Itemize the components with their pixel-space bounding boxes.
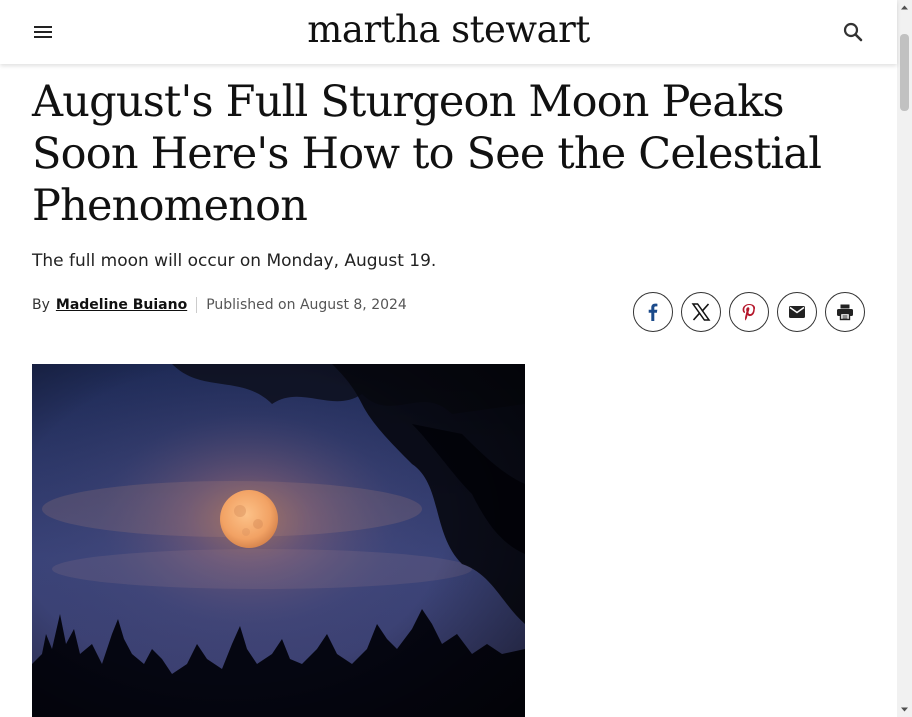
article-subtitle: The full moon will occur on Monday, Augu…: [32, 251, 437, 271]
hero-image: [32, 364, 525, 717]
site-header: martha stewart: [0, 0, 897, 64]
share-bar: [633, 292, 865, 332]
search-button[interactable]: [841, 20, 865, 44]
scrollbar-thumb[interactable]: [900, 34, 909, 111]
publish-date: Published on August 8, 2024: [206, 297, 407, 313]
scroll-up-arrow-icon[interactable]: [897, 0, 912, 15]
pinterest-icon: [742, 304, 756, 321]
x-icon: [691, 303, 711, 321]
share-print-button[interactable]: [825, 292, 865, 332]
print-icon: [837, 304, 853, 321]
scroll-down-arrow-icon[interactable]: [897, 702, 912, 717]
byline-divider: [196, 297, 198, 313]
share-facebook-button[interactable]: [633, 292, 673, 332]
share-pinterest-button[interactable]: [729, 292, 769, 332]
search-icon: [843, 22, 863, 42]
share-email-button[interactable]: [777, 292, 817, 332]
email-icon: [789, 306, 805, 318]
facebook-icon: [648, 303, 658, 321]
page-scrollbar[interactable]: [897, 0, 912, 717]
site-logo[interactable]: martha stewart: [0, 8, 897, 52]
article-title: August's Full Sturgeon Moon Peaks Soon H…: [32, 77, 822, 231]
share-x-button[interactable]: [681, 292, 721, 332]
byline-by-label: By: [32, 297, 50, 313]
full-moon-night-sky-image: [32, 364, 525, 717]
author-link[interactable]: Madeline Buiano: [56, 297, 187, 313]
byline: By Madeline Buiano Published on August 8…: [32, 297, 407, 313]
